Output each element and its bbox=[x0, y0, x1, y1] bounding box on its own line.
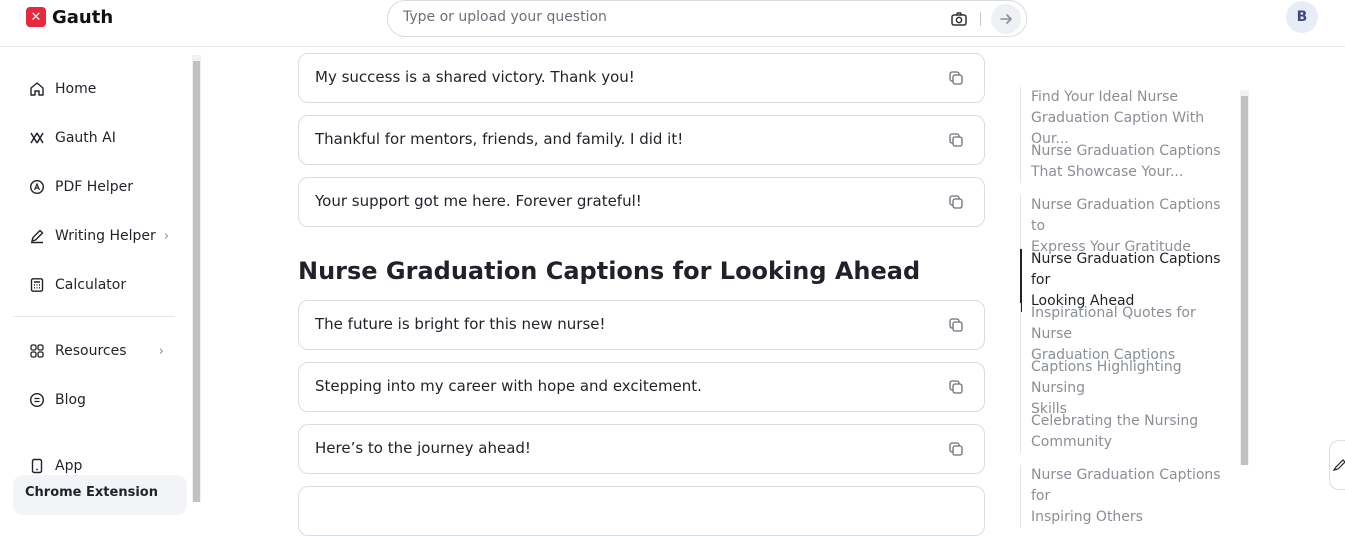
copy-icon[interactable] bbox=[948, 441, 964, 457]
home-icon bbox=[30, 82, 44, 96]
toc-item[interactable]: Nurse Graduation Captions for Inspiring … bbox=[1020, 465, 1230, 528]
caption-card: Thankful for mentors, friends, and famil… bbox=[298, 115, 985, 165]
sidebar-item-label: Calculator bbox=[55, 277, 127, 293]
gauth-logo[interactable]: ✕ Gauth bbox=[26, 6, 113, 28]
copy-icon[interactable] bbox=[948, 379, 964, 395]
sidebar-item-label: Blog bbox=[55, 392, 86, 408]
toc-item-line: That Showcase Your... bbox=[1031, 164, 1184, 180]
toc-item-line: Find Your Ideal Nurse bbox=[1031, 89, 1179, 105]
submit-button[interactable] bbox=[991, 4, 1021, 34]
caption-text: Here’s to the journey ahead! bbox=[315, 439, 531, 457]
chevron-right-icon: › bbox=[163, 228, 169, 244]
sidebar-item-label: Resources bbox=[55, 343, 127, 359]
caption-card: Stepping into my career with hope and ex… bbox=[298, 362, 985, 412]
toc-item-line: Captions Highlighting Nursing bbox=[1031, 359, 1182, 396]
sidebar-item-label: PDF Helper bbox=[55, 179, 134, 195]
chevron-right-icon: › bbox=[158, 343, 164, 359]
sidebar-scrollbar[interactable] bbox=[192, 55, 201, 502]
pdf-icon bbox=[29, 179, 45, 195]
section-heading: Nurse Graduation Captions for Looking Ah… bbox=[298, 257, 921, 285]
caption-text: Your support got me here. Forever gratef… bbox=[315, 192, 642, 210]
calculator-icon bbox=[30, 278, 44, 292]
caption-card: Your support got me here. Forever gratef… bbox=[298, 177, 985, 227]
feedback-tab[interactable] bbox=[1329, 440, 1345, 490]
sidebar-item-writing-helper[interactable]: Writing Helper › bbox=[29, 225, 169, 247]
scrollbar-thumb[interactable] bbox=[1241, 96, 1248, 465]
caption-text: Thankful for mentors, friends, and famil… bbox=[315, 130, 684, 148]
arrow-right-icon bbox=[1000, 14, 1012, 24]
caption-card: Here’s to the journey ahead! bbox=[298, 424, 985, 474]
search-bar bbox=[387, 0, 1027, 37]
sidebar-item-label: Home bbox=[55, 81, 97, 97]
copy-icon[interactable] bbox=[948, 70, 964, 86]
toc-scrollbar[interactable] bbox=[1240, 90, 1249, 465]
toc-item-line: Nurse Graduation Captions for bbox=[1031, 467, 1221, 504]
sidebar-item-home[interactable]: Home bbox=[29, 78, 96, 100]
copy-icon[interactable] bbox=[948, 194, 964, 210]
sidebar-item-label: Gauth AI bbox=[55, 130, 116, 146]
toc-item-line: Nurse Graduation Captions to bbox=[1031, 197, 1221, 234]
toc-item[interactable]: Nurse Graduation Captions That Showcase … bbox=[1020, 141, 1230, 183]
toc-item[interactable]: Celebrating the Nursing Community bbox=[1020, 411, 1230, 453]
search-input[interactable] bbox=[403, 9, 923, 25]
toc-item-line: Nurse Graduation Captions bbox=[1031, 143, 1221, 159]
sidebar-item-label: App bbox=[55, 458, 83, 474]
toc-item-line: Inspiring Others bbox=[1031, 509, 1143, 525]
search-divider bbox=[980, 12, 981, 26]
sidebar-divider bbox=[13, 316, 175, 317]
sidebar: Home Gauth AI PDF Helper Writing Helper … bbox=[0, 48, 193, 515]
blog-icon bbox=[29, 392, 45, 408]
caption-card: The future is bright for this new nurse! bbox=[298, 300, 985, 350]
toc-item-line: Community bbox=[1031, 434, 1113, 450]
logo-mark-icon: ✕ bbox=[26, 7, 46, 27]
sidebar-item-blog[interactable]: Blog bbox=[29, 389, 86, 411]
phone-icon bbox=[31, 458, 43, 474]
caption-card: My success is a shared victory. Thank yo… bbox=[298, 53, 985, 103]
copy-icon[interactable] bbox=[948, 132, 964, 148]
sidebar-item-gauth-ai[interactable]: Gauth AI bbox=[29, 127, 116, 149]
pen-icon bbox=[1332, 459, 1345, 471]
sidebar-item-calculator[interactable]: Calculator bbox=[29, 274, 126, 296]
caption-text: The future is bright for this new nurse! bbox=[315, 315, 606, 333]
sidebar-item-label: Writing Helper bbox=[55, 228, 156, 244]
copy-icon[interactable] bbox=[948, 317, 964, 333]
top-bar: ✕ Gauth B bbox=[0, 0, 1345, 47]
user-avatar[interactable]: B bbox=[1286, 1, 1318, 33]
pen-icon bbox=[31, 229, 44, 244]
chrome-extension-promo[interactable]: Chrome Extension bbox=[13, 475, 187, 515]
sidebar-item-pdf-helper[interactable]: PDF Helper bbox=[29, 176, 133, 198]
toc-item-line: Inspirational Quotes for Nurse bbox=[1031, 305, 1196, 342]
grid-icon bbox=[30, 344, 44, 358]
toc-item-line: Celebrating the Nursing bbox=[1031, 413, 1199, 429]
gauth-ai-icon bbox=[30, 132, 44, 144]
caption-card-partial bbox=[298, 486, 985, 536]
camera-icon[interactable] bbox=[950, 10, 968, 28]
toc-item-line: Nurse Graduation Captions for bbox=[1031, 251, 1221, 288]
logo-text: Gauth bbox=[52, 6, 114, 28]
scrollbar-thumb[interactable] bbox=[193, 61, 200, 502]
sidebar-item-app[interactable]: App bbox=[29, 455, 82, 477]
sidebar-item-resources[interactable]: Resources › bbox=[29, 340, 164, 362]
caption-text: My success is a shared victory. Thank yo… bbox=[315, 68, 635, 86]
caption-text: Stepping into my career with hope and ex… bbox=[315, 377, 702, 395]
